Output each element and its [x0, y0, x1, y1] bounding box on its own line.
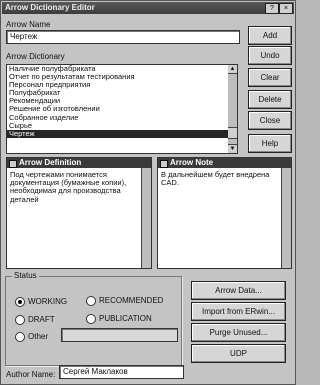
- author-name-input[interactable]: Сергей Маклаков: [59, 365, 184, 379]
- other-status-input[interactable]: [61, 328, 178, 342]
- list-item[interactable]: Собранное изделие: [7, 113, 229, 122]
- delete-button[interactable]: Delete: [248, 90, 292, 109]
- definition-scrollbar[interactable]: [141, 168, 151, 268]
- list-item[interactable]: Сырье: [7, 121, 229, 130]
- window-menu-icon[interactable]: [160, 160, 168, 168]
- window-menu-icon[interactable]: [9, 160, 17, 168]
- scroll-down-arrow-icon[interactable]: ▼: [228, 144, 237, 153]
- arrow-definition-title: Arrow Definition: [7, 158, 151, 168]
- dictionary-scrollbar[interactable]: ▲ ▼: [228, 64, 238, 154]
- arrow-dictionary-editor-window: Arrow Dictionary Editor ? × Arrow Name Ч…: [0, 0, 296, 385]
- title-bar: Arrow Dictionary Editor: [2, 2, 294, 14]
- radio-working[interactable]: [15, 297, 25, 307]
- import-from-erwin-button[interactable]: Import from ERwin...: [191, 302, 286, 321]
- help-button[interactable]: Help: [248, 134, 292, 153]
- author-name-label: Author Name:: [6, 370, 56, 379]
- note-scrollbar[interactable]: [281, 168, 291, 268]
- radio-draft-label[interactable]: DRAFT: [28, 315, 55, 324]
- close-title-button[interactable]: ×: [279, 3, 293, 14]
- arrow-dictionary-list[interactable]: Наличие полуфабриката Отчет по результат…: [6, 64, 230, 154]
- scroll-thumb[interactable]: [228, 127, 237, 139]
- udp-button[interactable]: UDP: [191, 344, 286, 363]
- radio-recommended-label[interactable]: RECOMMENDED: [99, 296, 163, 305]
- arrow-note-panel[interactable]: Arrow Note В дальнейшем будет внедрена C…: [157, 157, 292, 269]
- help-title-button[interactable]: ?: [265, 3, 279, 14]
- arrow-data-button[interactable]: Arrow Data...: [191, 281, 286, 300]
- radio-publication[interactable]: [86, 314, 96, 324]
- radio-other-label[interactable]: Other: [28, 332, 48, 341]
- arrow-name-input[interactable]: Чертеж: [6, 30, 240, 44]
- radio-other[interactable]: [15, 332, 25, 342]
- arrow-note-text[interactable]: В дальнейшем будет внедрена CAD.: [161, 170, 279, 187]
- radio-draft[interactable]: [15, 315, 25, 325]
- radio-working-label[interactable]: WORKING: [28, 297, 67, 306]
- arrow-definition-panel[interactable]: Arrow Definition Под чертежами понимаетс…: [6, 157, 152, 269]
- clear-button[interactable]: Clear: [248, 68, 292, 87]
- arrow-dictionary-label: Arrow Dictionary: [6, 52, 65, 61]
- status-label: Status: [12, 271, 39, 280]
- add-button[interactable]: Add: [248, 26, 292, 45]
- close-button[interactable]: Close: [248, 111, 292, 130]
- list-item-selected[interactable]: Чертеж: [7, 129, 229, 138]
- arrow-definition-text[interactable]: Под чертежами понимается документация (б…: [10, 170, 139, 204]
- radio-recommended[interactable]: [86, 296, 96, 306]
- arrow-note-title: Arrow Note: [158, 158, 291, 168]
- arrow-name-label: Arrow Name: [6, 20, 51, 29]
- undo-button[interactable]: Undo: [248, 46, 292, 65]
- purge-unused-button[interactable]: Purge Unused...: [191, 323, 286, 342]
- window-title: Arrow Dictionary Editor: [5, 3, 95, 12]
- radio-publication-label[interactable]: PUBLICATION: [99, 314, 152, 323]
- scroll-up-arrow-icon[interactable]: ▲: [228, 65, 237, 74]
